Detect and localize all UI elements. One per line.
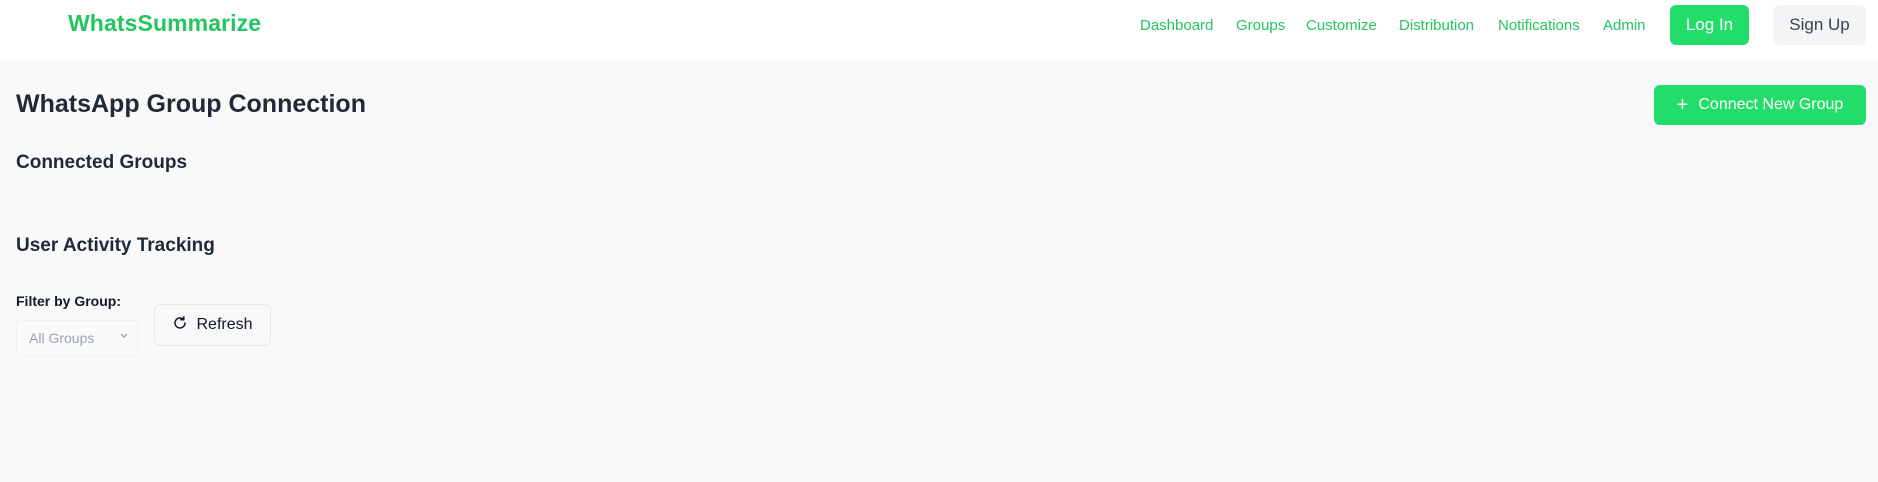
connect-new-group-label: Connect New Group <box>1698 96 1844 113</box>
group-filter-value: All Groups <box>29 330 95 346</box>
nav-distribution[interactable]: Distribution <box>1399 17 1474 34</box>
signup-button[interactable]: Sign Up <box>1773 5 1866 45</box>
group-filter-select[interactable]: All Groups <box>16 320 138 356</box>
plus-icon: + <box>1676 94 1689 116</box>
refresh-button[interactable]: Refresh <box>154 304 271 346</box>
nav-dashboard[interactable]: Dashboard <box>1140 17 1213 34</box>
brand-logo[interactable]: WhatsSummarize <box>68 10 261 37</box>
refresh-label: Refresh <box>196 316 253 333</box>
nav-groups[interactable]: Groups <box>1236 17 1285 34</box>
nav-notifications[interactable]: Notifications <box>1498 17 1580 34</box>
page-title: WhatsApp Group Connection <box>16 90 366 118</box>
refresh-icon <box>172 315 188 336</box>
chevron-down-icon <box>119 330 129 343</box>
top-navigation-bar: WhatsSummarize Dashboard Groups Customiz… <box>0 0 1878 60</box>
connect-new-group-button[interactable]: + Connect New Group <box>1654 85 1866 125</box>
connected-groups-heading: Connected Groups <box>16 152 188 173</box>
nav-admin[interactable]: Admin <box>1603 17 1646 34</box>
login-button[interactable]: Log In <box>1670 5 1749 45</box>
nav-customize[interactable]: Customize <box>1306 17 1377 34</box>
filter-by-group-label: Filter by Group: <box>16 293 121 309</box>
user-activity-heading: User Activity Tracking <box>16 235 215 256</box>
